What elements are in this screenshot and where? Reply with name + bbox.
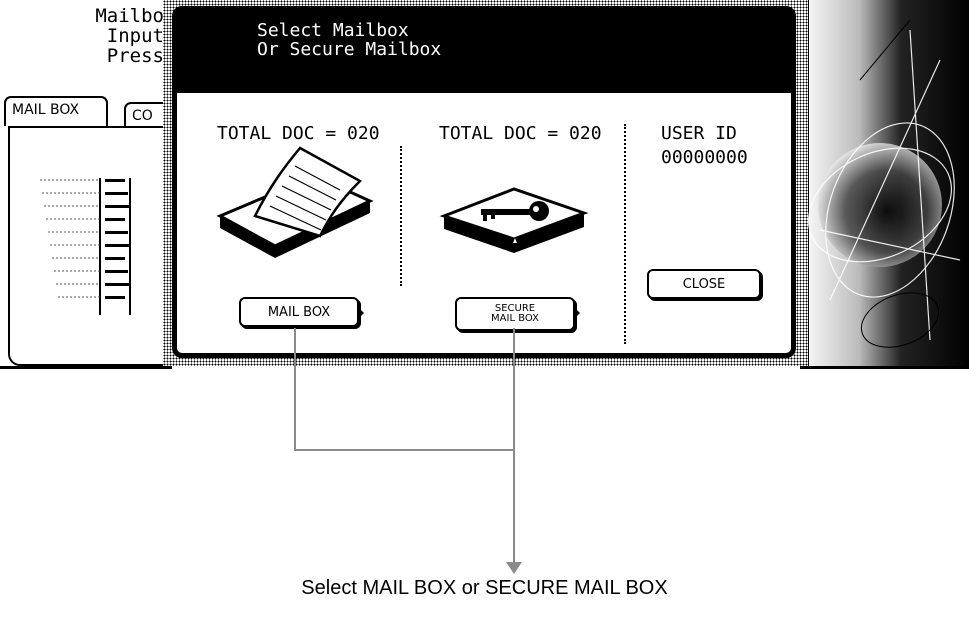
mail-box-button[interactable]: MAIL BOX xyxy=(239,297,364,327)
background-row-tick xyxy=(105,257,125,260)
secure-total-docs: TOTAL DOC = 020 xyxy=(439,123,602,144)
background-row-tick xyxy=(105,205,131,208)
tab-other-label: CO xyxy=(132,108,153,124)
dialog-title: Select Mailbox Or Secure Mailbox xyxy=(257,20,442,60)
tab-mail-box-label: MAIL BOX xyxy=(12,102,80,118)
orbit-art-icon xyxy=(800,0,969,366)
background-row-tick xyxy=(105,244,131,247)
chevron-right-icon xyxy=(574,307,580,319)
callout-caption: Select MAIL BOX or SECURE MAIL BOX xyxy=(301,577,668,599)
background-row-tick xyxy=(105,192,128,195)
select-mailbox-dialog: Select Mailbox Or Secure Mailbox TOTAL D… xyxy=(172,6,796,358)
background-title-line-2: Input xyxy=(106,25,164,47)
background-screen: Mailbo Input Press MAIL BOX CO xyxy=(0,0,184,369)
background-title-line-1: Mailbo xyxy=(95,5,164,27)
secure-button-line-2: MAIL BOX xyxy=(491,313,539,324)
callout-arrowhead-icon xyxy=(506,562,522,574)
background-title: Mailbo Input Press xyxy=(95,6,164,66)
background-row-tick xyxy=(105,270,128,273)
secure-mail-box-button[interactable]: SECURE MAIL BOX xyxy=(455,297,580,331)
callout-line-right xyxy=(513,328,515,568)
user-id-value: 00000000 xyxy=(661,147,748,168)
background-row-tick xyxy=(105,283,131,286)
background-row-tick xyxy=(105,231,128,234)
background-row-tick xyxy=(105,218,125,221)
close-button-label: CLOSE xyxy=(682,276,726,292)
mail-tray-icon xyxy=(216,146,374,258)
secure-mail-box-button-label: SECURE MAIL BOX xyxy=(491,304,539,324)
divider-2 xyxy=(624,124,626,344)
decorative-art xyxy=(800,0,969,369)
close-button[interactable]: CLOSE xyxy=(647,269,761,299)
locked-box-key-icon xyxy=(439,187,589,253)
dialog-header: Select Mailbox Or Secure Mailbox xyxy=(177,11,791,93)
divider-1 xyxy=(400,146,402,286)
background-title-line-3: Press xyxy=(106,45,164,67)
callout-line-left xyxy=(294,328,296,450)
background-row-tick xyxy=(105,179,125,182)
user-id-label: USER ID xyxy=(661,123,737,144)
background-row-tick xyxy=(105,296,125,299)
mailbox-total-docs: TOTAL DOC = 020 xyxy=(217,123,380,144)
chevron-right-icon xyxy=(358,307,364,319)
callout-line-horizontal xyxy=(294,449,515,451)
tab-mail-box[interactable]: MAIL BOX xyxy=(4,96,108,126)
mail-box-button-label: MAIL BOX xyxy=(267,304,331,320)
background-list-graphic xyxy=(40,178,131,315)
